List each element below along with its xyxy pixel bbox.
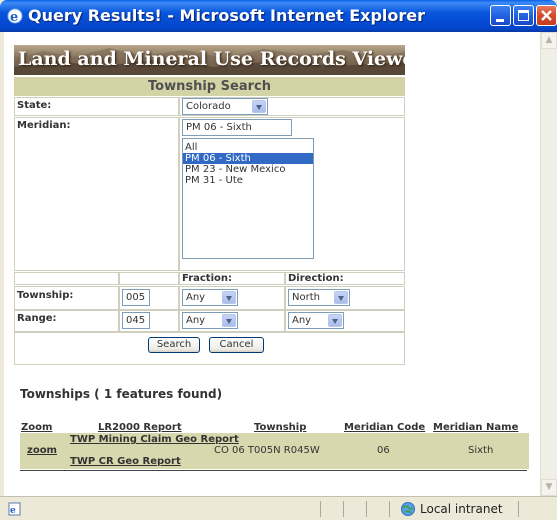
- meridian-option-all[interactable]: All: [183, 142, 313, 153]
- minimize-button[interactable]: [490, 5, 511, 26]
- township-fraction-value: Any: [186, 292, 206, 303]
- empty-header-cell: [119, 272, 179, 285]
- range-label: Range:: [17, 313, 57, 324]
- meridian-option-pm06[interactable]: PM 06 - Sixth: [183, 153, 313, 164]
- status-separator: [343, 501, 344, 517]
- empty-header-cell: [14, 272, 119, 285]
- state-label-cell: State:: [14, 97, 179, 116]
- meridian-option-pm31[interactable]: PM 31 - Ute: [183, 175, 313, 186]
- search-button[interactable]: Search: [148, 337, 200, 353]
- state-label: State:: [17, 100, 52, 111]
- meridian-field[interactable]: PM 06 - Sixth: [182, 119, 292, 136]
- table-bottom-rule: [20, 470, 527, 471]
- range-fraction-select[interactable]: Any: [182, 312, 238, 329]
- meridian-label-cell: Meridian:: [14, 117, 179, 271]
- status-separator: [389, 501, 390, 517]
- maximize-button[interactable]: [513, 5, 534, 26]
- township-field[interactable]: 005: [122, 289, 150, 306]
- table-row: zoom TWP Mining Claim Geo Report TWP CR …: [20, 433, 529, 469]
- state-select[interactable]: Colorado: [182, 98, 268, 115]
- form-header: Township Search: [14, 77, 405, 96]
- status-separator: [366, 501, 367, 517]
- township-label: Township:: [17, 290, 74, 301]
- chevron-down-icon: [334, 291, 348, 304]
- direction-header-cell: Direction:: [285, 272, 405, 285]
- status-separator: [320, 501, 321, 517]
- township-direction-value: North: [292, 292, 320, 303]
- meridian-listbox[interactable]: All PM 06 - Sixth PM 23 - New Mexico PM …: [182, 138, 314, 259]
- township-direction-select[interactable]: North: [288, 289, 350, 306]
- meridian-option-pm23[interactable]: PM 23 - New Mexico: [183, 164, 313, 175]
- meridian-code-cell: 06: [377, 445, 390, 456]
- chevron-down-icon: [222, 314, 236, 327]
- chevron-down-icon: [222, 291, 236, 304]
- window-titlebar[interactable]: e Query Results! - Microsoft Internet Ex…: [0, 0, 557, 32]
- page-icon: e: [8, 502, 21, 516]
- chevron-down-icon: [252, 100, 266, 113]
- twp-mining-claim-geo-report-link[interactable]: TWP Mining Claim Geo Report: [70, 434, 239, 445]
- township-fraction-select[interactable]: Any: [182, 289, 238, 306]
- meridian-name-cell: Sixth: [468, 445, 494, 456]
- svg-text:e: e: [10, 506, 16, 516]
- globe-icon: [401, 502, 415, 516]
- status-bar: e Local intranet: [0, 496, 557, 520]
- app-banner-title: Land and Mineral Use Records Viewer: [18, 48, 405, 70]
- fraction-label: Fraction:: [182, 273, 232, 284]
- direction-label: Direction:: [288, 273, 344, 284]
- chevron-down-icon: [328, 314, 342, 327]
- close-button[interactable]: [536, 5, 557, 26]
- range-direction-select[interactable]: Any: [288, 312, 344, 329]
- scroll-down-button[interactable]: ▼: [541, 479, 557, 496]
- security-zone-label: Local intranet: [420, 502, 503, 516]
- page-content: Land and Mineral Use Records Viewer Town…: [4, 32, 540, 496]
- column-header-township: Township: [254, 422, 307, 433]
- range-fraction-value: Any: [186, 315, 206, 326]
- app-banner: Land and Mineral Use Records Viewer: [14, 45, 405, 75]
- township-cell: CO 06 T005N R045W: [214, 445, 320, 456]
- column-header-meridian-code: Meridian Code: [344, 422, 426, 433]
- column-header-meridian-name: Meridian Name: [433, 422, 519, 433]
- vertical-scrollbar[interactable]: ▲ ▼: [540, 32, 557, 496]
- range-label-cell: Range:: [14, 310, 119, 332]
- zoom-link[interactable]: zoom: [27, 445, 57, 456]
- window-title: Query Results! - Microsoft Internet Expl…: [28, 6, 426, 25]
- svg-text:e: e: [10, 10, 18, 25]
- range-direction-value: Any: [292, 315, 312, 326]
- fraction-header-cell: Fraction:: [179, 272, 285, 285]
- state-select-value: Colorado: [186, 101, 231, 112]
- column-header-lr2000-report: LR2000 Report: [98, 422, 182, 433]
- meridian-label: Meridian:: [17, 120, 71, 131]
- close-icon: [541, 10, 552, 21]
- twp-cr-geo-report-link[interactable]: TWP CR Geo Report: [70, 456, 181, 467]
- cancel-button[interactable]: Cancel: [209, 337, 264, 353]
- range-field[interactable]: 045: [122, 312, 150, 329]
- scroll-up-button[interactable]: ▲: [541, 32, 557, 49]
- status-separator: [518, 501, 519, 517]
- results-title: Townships ( 1 features found): [20, 387, 223, 401]
- column-header-zoom: Zoom: [21, 422, 53, 433]
- internet-explorer-icon: e: [7, 8, 23, 25]
- township-label-cell: Township:: [14, 286, 119, 310]
